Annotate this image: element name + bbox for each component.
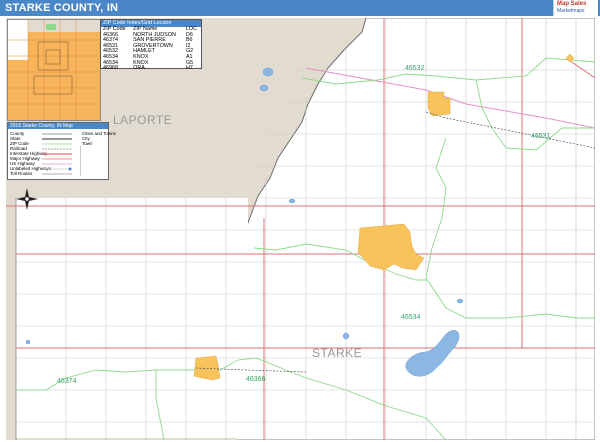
- logo-line-2: Marketmaps: [557, 8, 585, 14]
- zip-code: 46968: [103, 65, 118, 72]
- legend-title: 2016 Starke County, IN Map: [8, 123, 108, 129]
- inset-locator-map: [7, 19, 101, 121]
- inset-map-svg: [8, 20, 100, 120]
- zip-label-46532: 46532: [405, 65, 425, 72]
- map-legend: 2016 Starke County, IN Map County Cities…: [7, 122, 116, 180]
- logo-line-1: Map Sales: [557, 1, 587, 7]
- county-label: STARKE: [312, 346, 363, 360]
- starke-west-area: [16, 198, 248, 438]
- zip-label-46534: 46534: [401, 314, 421, 321]
- zip-label-46531: 46531: [531, 133, 551, 140]
- neighbor-county-label: LAPORTE: [113, 113, 173, 127]
- legend-row: Toll Routes: [10, 171, 32, 176]
- title-bar: STARKE COUNTY, IN Map Sales Marketmaps: [0, 0, 600, 16]
- map-title: STARKE COUNTY, IN: [5, 2, 119, 14]
- legend-label: Toll Routes: [10, 171, 33, 176]
- legend-scale: [80, 146, 105, 176]
- table-row: 46968 ORA H7: [101, 66, 201, 72]
- compass-rose-icon: [16, 188, 38, 210]
- publisher-logo: Map Sales Marketmaps: [553, 0, 598, 16]
- legend-swatches: [42, 133, 72, 175]
- zip-label-46374: 46374: [57, 378, 77, 385]
- grid-loc: H7: [185, 65, 193, 72]
- zip-name: ORA: [133, 65, 145, 72]
- zip-table: ZIP Code ZIP Name LOC 46366 NORTH JUDSON D…: [101, 26, 201, 72]
- zip-label-46366: 46366: [246, 376, 266, 383]
- zip-index-table: ZIP Code Index/Grid Locator ZIP Code ZIP…: [100, 19, 202, 72]
